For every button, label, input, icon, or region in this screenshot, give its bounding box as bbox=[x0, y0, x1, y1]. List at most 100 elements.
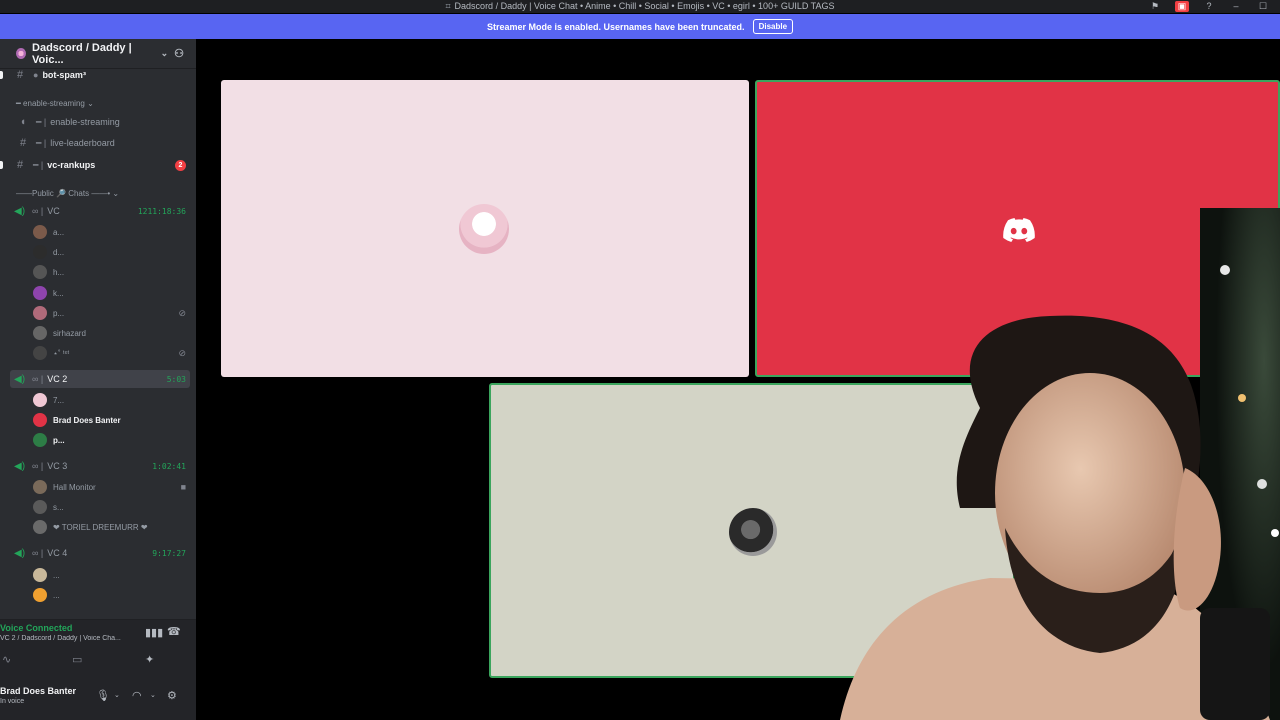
voice-user[interactable]: a... bbox=[0, 223, 196, 241]
noise-suppression-icon[interactable]: ∿ bbox=[2, 653, 11, 666]
webcam-overlay bbox=[840, 208, 1280, 720]
voice-user[interactable]: k... bbox=[0, 284, 196, 302]
speaker-icon: ◀) bbox=[14, 460, 26, 472]
voice-channel-path[interactable]: VC 2 / Dadscord / Daddy | Voice Cha... bbox=[0, 635, 140, 642]
user-name: ❤ TORIEL DREEMURR ❤ bbox=[53, 522, 148, 532]
voice-user[interactable]: Brad Does Banter bbox=[0, 411, 196, 429]
server-header[interactable]: Dadscord / Daddy | Voic... ⌄ ⚇ bbox=[0, 39, 196, 69]
speaker-icon: ◀) bbox=[14, 373, 26, 385]
avatar bbox=[33, 245, 47, 259]
disable-streamer-mode-button[interactable]: Disable bbox=[752, 19, 794, 34]
infinity-icon: ∞ | bbox=[32, 461, 44, 471]
channel-vc-rankups[interactable]: # ━ | vc-rankups 2 bbox=[0, 156, 196, 174]
camera-icon: ■ bbox=[180, 482, 186, 492]
flag-icon[interactable]: ⚑ bbox=[1148, 1, 1162, 12]
user-name: Hall Monitor bbox=[53, 482, 96, 492]
activities-icon[interactable]: ✦ bbox=[145, 653, 154, 666]
avatar bbox=[33, 500, 47, 514]
avatar bbox=[33, 286, 47, 300]
voice-channel-vc-4[interactable]: ◀) ∞ | VC 4 9:17:27 bbox=[0, 544, 196, 562]
voice-channel-label: VC 3 bbox=[47, 461, 68, 471]
voice-user[interactable]: ... bbox=[0, 566, 196, 584]
separator: ━ | bbox=[36, 116, 47, 127]
unread-indicator bbox=[0, 71, 3, 79]
screen-share-icon[interactable]: ▭ bbox=[72, 653, 82, 666]
unread-indicator bbox=[0, 161, 3, 169]
channel-enable-streaming[interactable]: ◖ ━ | enable-streaming bbox=[0, 113, 196, 131]
voice-user[interactable]: ❤ TORIEL DREEMURR ❤ bbox=[0, 518, 196, 536]
avatar bbox=[33, 265, 47, 279]
decoration-light bbox=[1257, 479, 1267, 489]
user-name: h... bbox=[53, 267, 65, 277]
title-bar: ⌗ Dadscord / Daddy | Voice Chat • Anime •… bbox=[0, 0, 1280, 13]
voice-channel-vc-3[interactable]: ◀) ∞ | VC 3 1:02:41 bbox=[0, 457, 196, 475]
participant-tile[interactable] bbox=[221, 80, 749, 377]
voice-user[interactable]: ⋆˚ ᵗᵉᵗ ⊘ bbox=[0, 344, 196, 362]
voice-user[interactable]: h... bbox=[0, 263, 196, 281]
user-name: p... bbox=[53, 435, 65, 445]
server-title-icon: ⌗ bbox=[445, 1, 451, 11]
voice-user[interactable]: p... ⊘ bbox=[0, 304, 196, 322]
avatar bbox=[33, 480, 47, 494]
user-name: a... bbox=[53, 227, 65, 237]
chevron-down-icon[interactable]: ⌄ bbox=[150, 691, 156, 699]
decoration-light bbox=[1238, 394, 1246, 402]
avatar bbox=[33, 433, 47, 447]
voice-channel-vc-2[interactable]: ◀) ∞ | VC 2 5:03 bbox=[10, 370, 190, 388]
window-title: ⌗ Dadscord / Daddy | Voice Chat • Anime •… bbox=[445, 1, 835, 11]
voice-icon: ◖ bbox=[19, 116, 27, 128]
decoration-light bbox=[1220, 265, 1230, 275]
invite-people-icon[interactable]: ⚇ bbox=[174, 47, 184, 60]
user-name: Brad Does Banter bbox=[53, 415, 121, 425]
channel-label: vc-rankups bbox=[47, 160, 96, 170]
category-public-chats[interactable]: ——Public 🔎 Chats ——• ⌄ bbox=[0, 184, 196, 202]
channel-label: live-leaderboard bbox=[50, 138, 115, 148]
hash-icon: # bbox=[19, 137, 27, 149]
user-name: sirhazard bbox=[53, 328, 86, 338]
voice-user[interactable]: d... bbox=[0, 243, 196, 261]
voice-user[interactable]: s... bbox=[0, 498, 196, 516]
voice-user[interactable]: sirhazard bbox=[0, 324, 196, 342]
channel-live-leaderboard[interactable]: # ━ | live-leaderboard bbox=[0, 134, 196, 152]
maximize-icon[interactable]: ☐ bbox=[1256, 1, 1270, 12]
speaker-icon: ◀) bbox=[14, 205, 26, 217]
voice-user[interactable]: ... bbox=[0, 586, 196, 604]
disconnect-icon[interactable]: ☎ bbox=[167, 625, 181, 638]
user-name: 7... bbox=[53, 395, 65, 405]
voice-user[interactable]: Hall Monitor ■ bbox=[0, 478, 196, 496]
headphones-icon[interactable]: ◠ bbox=[132, 689, 142, 702]
voice-status: Voice Connected bbox=[0, 623, 73, 633]
inbox-icon[interactable]: ▣ bbox=[1175, 1, 1189, 12]
separator: ━ | bbox=[36, 137, 47, 148]
avatar bbox=[33, 568, 47, 582]
user-name: ... bbox=[53, 570, 60, 580]
channel-sidebar: Dadscord / Daddy | Voic... ⌄ ⚇ # ● bot-s… bbox=[0, 39, 196, 720]
user-name: ⋆˚ ᵗᵉᵗ bbox=[53, 348, 70, 358]
settings-gear-icon[interactable]: ⚙ bbox=[167, 689, 177, 702]
microphone-icon[interactable]: 🎙 bbox=[96, 689, 110, 702]
chevron-down-icon: ⌄ bbox=[160, 48, 169, 58]
signal-icon[interactable]: ▮▮▮ bbox=[145, 626, 163, 639]
deafened-icon: ⊘ bbox=[178, 307, 186, 318]
avatar bbox=[33, 393, 47, 407]
voice-channel-vc[interactable]: ◀) ∞ | VC 1211:18:36 bbox=[0, 202, 196, 220]
user-name: ... bbox=[53, 590, 60, 600]
current-user-name[interactable]: Brad Does Banter bbox=[0, 686, 76, 696]
category-label: ——Public 🔎 Chats ——• ⌄ bbox=[16, 188, 120, 198]
category-enable-streaming[interactable]: ━ enable-streaming ⌄ bbox=[0, 94, 196, 112]
server-name: Dadscord / Daddy | Voic... bbox=[32, 41, 132, 66]
voice-user[interactable]: p... bbox=[0, 431, 196, 449]
user-name: d... bbox=[53, 247, 65, 257]
channel-bot-spam[interactable]: # ● bot-spam³ bbox=[0, 66, 196, 84]
microphone-shape bbox=[1200, 608, 1270, 720]
help-icon[interactable]: ? bbox=[1202, 1, 1216, 12]
voice-connection-panel: Voice Connected VC 2 / Dadscord / Daddy … bbox=[0, 619, 196, 675]
chevron-down-icon[interactable]: ⌄ bbox=[114, 691, 120, 699]
user-panel: Brad Does Banter In voice 🎙 ⌄ ◠ ⌄ ⚙ bbox=[0, 675, 196, 720]
streamer-mode-text: Streamer Mode is enabled. Usernames have… bbox=[486, 21, 745, 32]
user-name: k... bbox=[53, 288, 64, 298]
voice-user[interactable]: 7... bbox=[0, 391, 196, 409]
voice-channel-label: VC 4 bbox=[47, 548, 68, 558]
minimize-icon[interactable]: – bbox=[1229, 1, 1243, 12]
deafened-icon: ⊘ bbox=[178, 347, 186, 358]
